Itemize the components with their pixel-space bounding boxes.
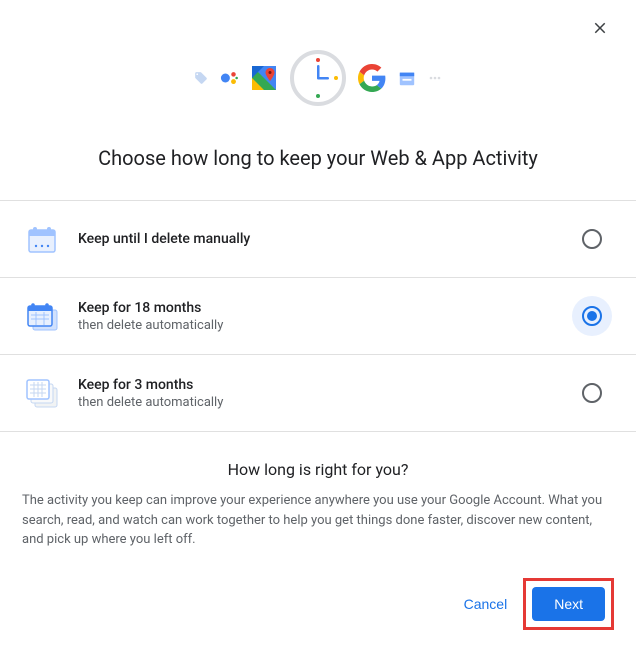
- radio-button[interactable]: [582, 306, 602, 326]
- close-button[interactable]: [588, 16, 612, 40]
- dots-icon: [428, 71, 442, 85]
- maps-icon: [250, 64, 278, 92]
- option-subtitle: then delete automatically: [78, 318, 572, 333]
- radio-button[interactable]: [582, 229, 602, 249]
- highlight-box: Next: [523, 578, 614, 630]
- radio-wrapper: [572, 373, 612, 413]
- page-title: Choose how long to keep your Web & App A…: [20, 146, 616, 170]
- info-body: The activity you keep can improve your e…: [22, 491, 614, 550]
- cancel-button[interactable]: Cancel: [450, 588, 522, 620]
- radio-wrapper: [572, 296, 612, 336]
- clock-icon: [290, 50, 346, 106]
- header: Choose how long to keep your Web & App A…: [0, 0, 636, 200]
- option-text: Keep until I delete manually: [78, 231, 572, 247]
- calendar-stack-icon: [24, 298, 60, 334]
- tag-icon: [194, 71, 208, 85]
- close-icon: [591, 19, 609, 37]
- info-section: How long is right for you? The activity …: [0, 432, 636, 564]
- assistant-icon: [220, 69, 238, 87]
- option-manual[interactable]: Keep until I delete manually: [0, 201, 636, 278]
- footer: Cancel Next: [0, 564, 636, 648]
- radio-button[interactable]: [582, 383, 602, 403]
- options-list: Keep until I delete manually Keep for 18…: [0, 200, 636, 432]
- option-text: Keep for 3 months then delete automatica…: [78, 377, 572, 410]
- next-button[interactable]: Next: [532, 587, 605, 621]
- calendar-outline-icon: [24, 221, 60, 257]
- option-18-months[interactable]: Keep for 18 months then delete automatic…: [0, 278, 636, 355]
- option-3-months[interactable]: Keep for 3 months then delete automatica…: [0, 355, 636, 432]
- hero-icons: [20, 50, 616, 106]
- option-title: Keep for 3 months: [78, 377, 572, 393]
- calendar-multi-icon: [24, 375, 60, 411]
- option-title: Keep for 18 months: [78, 300, 572, 316]
- calendar-icon: [398, 69, 416, 87]
- option-subtitle: then delete automatically: [78, 395, 572, 410]
- radio-wrapper: [572, 219, 612, 259]
- info-title: How long is right for you?: [22, 460, 614, 479]
- option-text: Keep for 18 months then delete automatic…: [78, 300, 572, 333]
- option-title: Keep until I delete manually: [78, 231, 572, 247]
- google-g-icon: [358, 64, 386, 92]
